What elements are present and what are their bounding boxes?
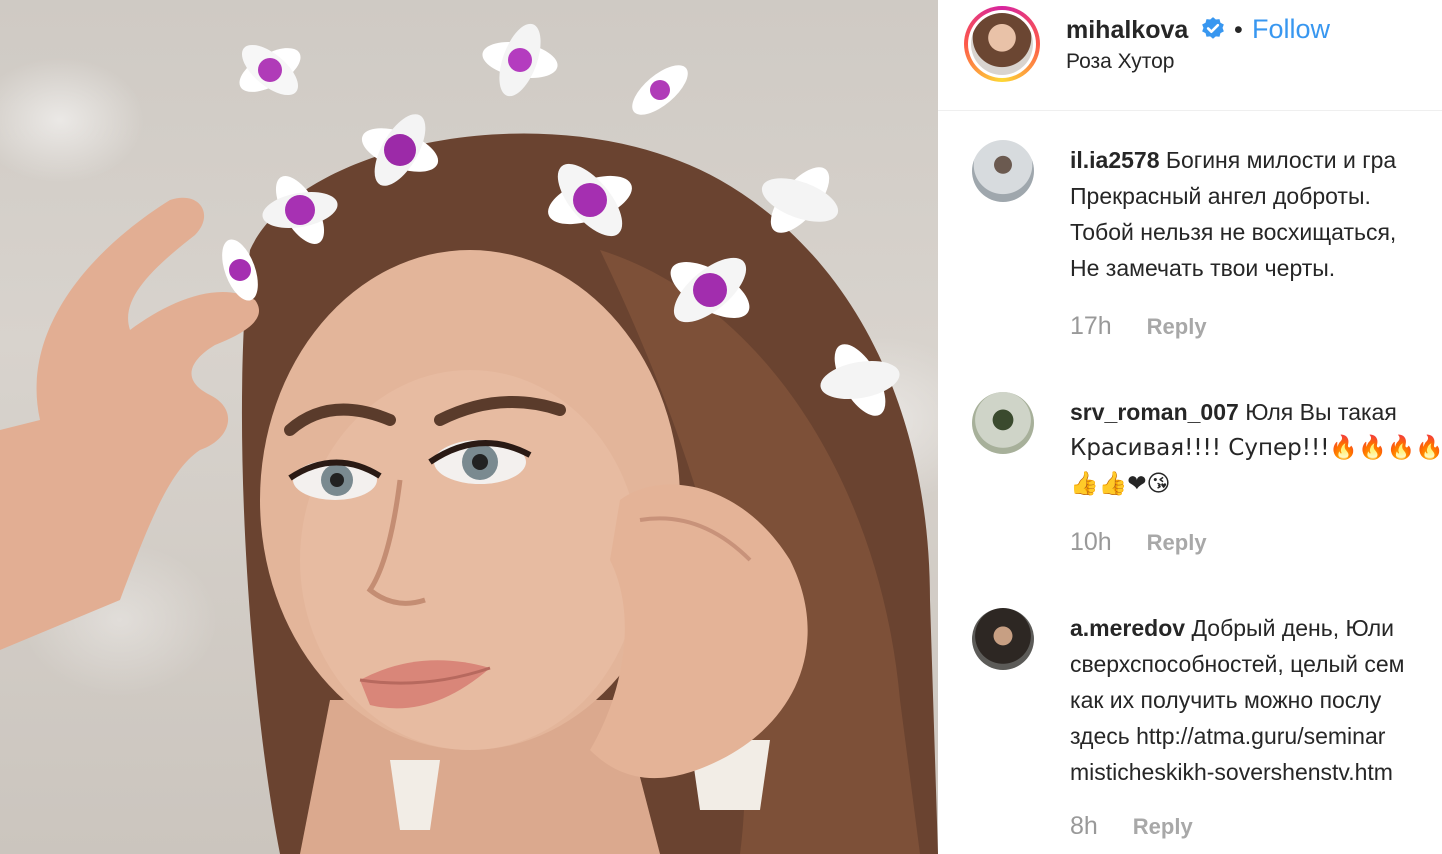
- reply-button[interactable]: Reply: [1147, 530, 1207, 555]
- comment-line: Богиня милости и гра: [1165, 147, 1397, 173]
- comment-username[interactable]: il.ia2578: [1070, 147, 1160, 173]
- comment-text: il.ia2578 Богиня милости и гра Прекрасны…: [1070, 142, 1442, 286]
- comment-line: 👍👍❤😘: [1070, 471, 1171, 497]
- comment-line: сверхспособностей, целый сем: [1070, 651, 1405, 677]
- comment-time: 8h: [1070, 812, 1098, 840]
- commenter-avatar[interactable]: [972, 608, 1034, 670]
- comment-text: srv_roman_007 Юля Вы такая Красивая!!!! …: [1070, 394, 1442, 502]
- post-header: mihalkova • Follow Роза Хутор: [938, 0, 1442, 111]
- comments-panel: mihalkova • Follow Роза Хутор il.ia2578 …: [938, 0, 1442, 854]
- post-photo[interactable]: [0, 0, 938, 854]
- verified-badge-icon: [1202, 17, 1224, 39]
- portrait-illustration: [0, 23, 938, 854]
- comment-username[interactable]: srv_roman_007: [1070, 399, 1239, 425]
- comment-meta: 8h Reply: [1070, 812, 1193, 841]
- comment-line[interactable]: здесь http://atma.guru/seminar: [1070, 718, 1442, 754]
- comment-time: 17h: [1070, 312, 1112, 340]
- comment-line: как их получить можно послу: [1070, 687, 1382, 713]
- comment-meta: 17h Reply: [1070, 312, 1207, 341]
- post-username[interactable]: mihalkova: [1066, 16, 1188, 45]
- follow-button[interactable]: Follow: [1252, 14, 1330, 45]
- post-location[interactable]: Роза Хутор: [1066, 50, 1174, 74]
- commenter-avatar[interactable]: [972, 140, 1034, 202]
- comment-line: Прекрасный ангел доброты.: [1070, 183, 1371, 209]
- comment-line: Тобой нельзя не восхищаться,: [1070, 219, 1397, 245]
- commenter-avatar[interactable]: [972, 392, 1034, 454]
- reply-button[interactable]: Reply: [1133, 814, 1193, 839]
- reply-button[interactable]: Reply: [1147, 314, 1207, 339]
- comment-line: Не замечать твои черты.: [1070, 255, 1336, 281]
- comment-line: Красивая!!!! Супер!!!🔥🔥🔥🔥: [1070, 435, 1442, 461]
- comment-meta: 10h Reply: [1070, 528, 1207, 557]
- comment-username[interactable]: a.meredov: [1070, 615, 1185, 641]
- header-separator: •: [1234, 16, 1243, 44]
- profile-avatar[interactable]: [964, 6, 1040, 82]
- comment-line[interactable]: misticheskikh-sovershenstv.htm: [1070, 754, 1442, 790]
- comment-line: Добрый день, Юли: [1191, 615, 1394, 641]
- comment-text: a.meredov Добрый день, Юли сверхспособно…: [1070, 610, 1442, 790]
- comment-line: Юля Вы такая: [1245, 399, 1397, 425]
- comment-time: 10h: [1070, 528, 1112, 556]
